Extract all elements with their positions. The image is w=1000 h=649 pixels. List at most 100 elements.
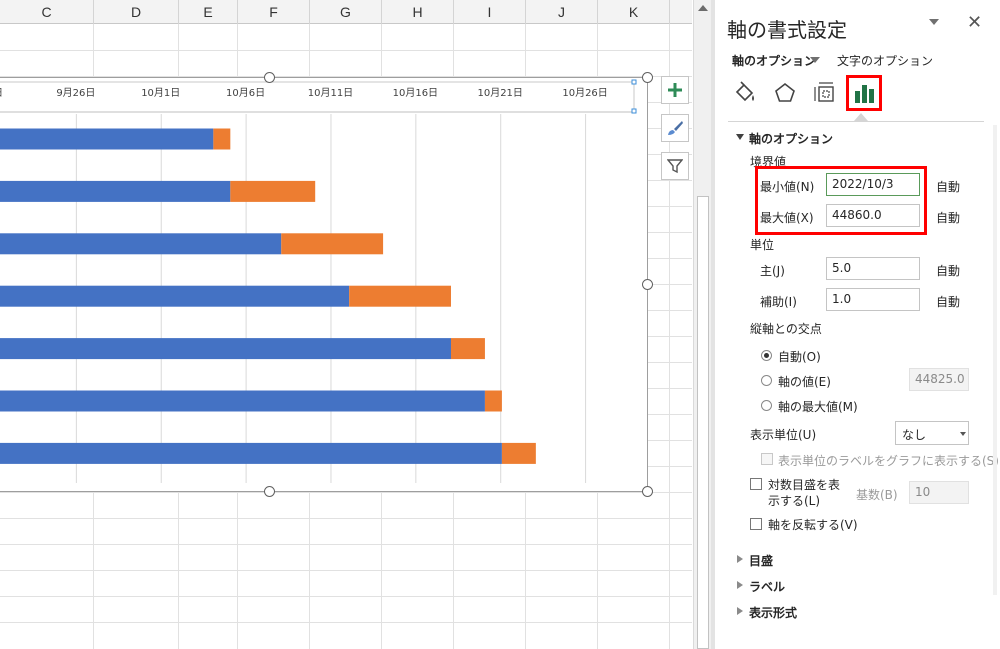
crosses-auto-label[interactable]: 自動(O): [778, 348, 821, 365]
major-unit-label: 主(J): [760, 264, 785, 278]
gantt-chart[interactable]: 日 9月26日 10月1日 10月6日 10月11日 10月16日 10月21日 10月26日: [0, 77, 648, 492]
chart-plot[interactable]: 日 9月26日 10月1日 10月6日 10月11日 10月16日 10月21日 10月26日: [0, 78, 649, 493]
bar-start-offset: [0, 285, 350, 307]
crosses-value-label[interactable]: 軸の値(E): [778, 373, 831, 390]
units-label: 単位: [750, 238, 775, 252]
bar-duration: [213, 128, 231, 150]
bar-start-offset: [0, 442, 502, 464]
min-bound-input[interactable]: 2022/10/3: [826, 173, 920, 196]
bar-duration: [281, 233, 384, 255]
tab-text-options[interactable]: 文字のオプション: [837, 52, 933, 69]
brush-icon: [668, 121, 683, 135]
axis-handle: [631, 79, 637, 85]
log-base-label: 基数(B): [856, 488, 898, 502]
scroll-up-arrow-icon[interactable]: [698, 5, 708, 11]
major-unit-auto[interactable]: 自動: [936, 262, 960, 279]
log-scale-label-line2[interactable]: 示する(L): [768, 492, 820, 509]
close-icon[interactable]: ✕: [967, 12, 982, 33]
show-units-label-checkbox[interactable]: [761, 453, 773, 465]
x-tick-label: 10月21日: [477, 87, 522, 99]
section-labels[interactable]: ラベル: [749, 578, 785, 595]
vertical-scrollbar[interactable]: [693, 0, 711, 649]
minor-unit-auto[interactable]: 自動: [936, 293, 960, 310]
min-bound-label: 最小値(N): [760, 180, 815, 194]
display-units-select[interactable]: なし: [895, 421, 969, 445]
chart-resize-handle-top-right[interactable]: [642, 72, 653, 83]
filter-icon: [667, 159, 683, 174]
column-header-f[interactable]: F: [238, 0, 310, 24]
reverse-axis-checkbox[interactable]: [750, 518, 762, 530]
minor-unit-label: 補助(I): [760, 295, 797, 309]
chart-resize-handle-right[interactable]: [642, 279, 653, 290]
column-header-e[interactable]: E: [179, 0, 238, 24]
size-properties-tab[interactable]: [807, 75, 843, 111]
bar-start-offset: [0, 338, 451, 360]
display-units-value: なし: [902, 428, 927, 442]
fill-line-tab[interactable]: [727, 75, 763, 111]
section-collapsed-icon[interactable]: [737, 607, 743, 615]
scrollbar-thumb[interactable]: [697, 196, 709, 649]
tab-axis-options-dropdown-icon[interactable]: [810, 57, 820, 63]
log-scale-checkbox[interactable]: [750, 478, 762, 490]
log-base-input[interactable]: 10: [909, 481, 969, 504]
reverse-axis-label[interactable]: 軸を反転する(V): [768, 516, 858, 533]
crosses-value-input[interactable]: 44825.0: [909, 368, 969, 391]
crosses-auto-radio[interactable]: [761, 350, 772, 361]
bar-start-offset: [0, 180, 231, 202]
fill-line-icon: [735, 81, 754, 102]
column-header-j[interactable]: J: [526, 0, 598, 24]
section-tick-marks[interactable]: 目盛: [749, 552, 773, 569]
pane-scrollbar[interactable]: [993, 125, 997, 595]
crosses-max-radio[interactable]: [761, 400, 772, 411]
x-tick-label-partial: 日: [0, 88, 3, 99]
minor-unit-input[interactable]: 1.0: [826, 288, 920, 311]
chart-resize-handle-bottom-right[interactable]: [642, 486, 653, 497]
section-collapsed-icon[interactable]: [737, 555, 743, 563]
vertical-axis-crosses-label: 縦軸との交点: [750, 322, 822, 336]
bar-duration: [230, 180, 316, 202]
chart-filters-button[interactable]: [661, 152, 689, 180]
section-number-format[interactable]: 表示形式: [749, 604, 797, 621]
max-bound-input[interactable]: 44860.0: [826, 204, 920, 227]
major-unit-input[interactable]: 5.0: [826, 257, 920, 280]
column-header-k[interactable]: K: [598, 0, 670, 24]
effects-icon: [775, 82, 795, 102]
section-collapsed-icon[interactable]: [737, 581, 743, 589]
column-header-h[interactable]: H: [382, 0, 454, 24]
format-axis-pane: 軸の書式設定 ✕ 軸のオプション 文字のオプション 軸のオプション 境界値 最小…: [715, 0, 1000, 649]
column-header-g[interactable]: G: [310, 0, 382, 24]
bar-duration: [484, 390, 502, 412]
section-expanded-icon[interactable]: [736, 134, 744, 140]
min-bound-auto[interactable]: 自動: [936, 178, 960, 195]
effects-tab[interactable]: [767, 75, 803, 111]
chart-resize-handle-top[interactable]: [264, 72, 275, 83]
chart-resize-handle-bottom[interactable]: [264, 486, 275, 497]
max-bound-auto[interactable]: 自動: [936, 209, 960, 226]
x-tick-label: 10月1日: [141, 87, 180, 99]
max-bound-label: 最大値(X): [760, 211, 814, 225]
axis-options-tab[interactable]: [846, 75, 882, 111]
column-header-bar: C D E F G H I J K: [0, 0, 692, 24]
axis-options-icon: [855, 85, 874, 103]
chart-styles-button[interactable]: [661, 114, 689, 142]
spreadsheet-area[interactable]: C D E F G H I J K 9月26日 10月1日 10月6日 10月1…: [0, 0, 692, 649]
x-tick-label: 10月26日: [562, 87, 607, 99]
pane-separator: [728, 121, 984, 122]
crosses-value-radio[interactable]: [761, 375, 772, 386]
column-header-c[interactable]: C: [0, 0, 94, 24]
column-header-i[interactable]: I: [454, 0, 526, 24]
tab-axis-options[interactable]: 軸のオプション: [732, 52, 816, 69]
x-tick-label: 9月26日: [56, 87, 95, 99]
log-scale-label-line1[interactable]: 対数目盛を表: [768, 476, 840, 493]
bar-start-offset: [0, 128, 214, 150]
x-tick-label: 10月11日: [308, 87, 353, 99]
section-axis-options[interactable]: 軸のオプション: [749, 130, 833, 147]
column-header-d[interactable]: D: [94, 0, 179, 24]
bar-duration: [450, 338, 485, 360]
chart-elements-button[interactable]: [661, 76, 689, 104]
chevron-down-icon: [960, 432, 966, 436]
crosses-max-label[interactable]: 軸の最大値(M): [778, 398, 858, 415]
pane-options-chevron-icon[interactable]: [929, 19, 939, 25]
x-tick-label: 10月16日: [393, 87, 438, 99]
bar-start-offset: [0, 390, 485, 412]
